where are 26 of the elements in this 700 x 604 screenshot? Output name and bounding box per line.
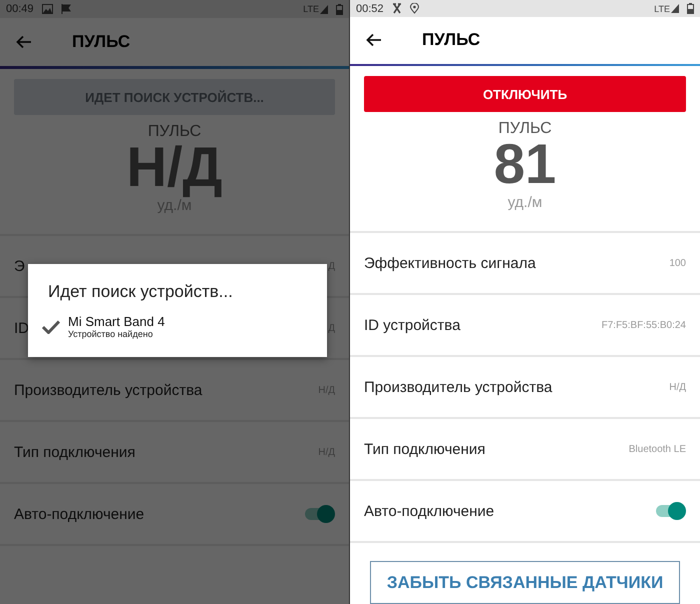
network-type: LTE — [654, 4, 670, 14]
disconnect-button[interactable]: ОТКЛЮЧИТЬ — [364, 76, 686, 112]
row-label: Тип подключения — [14, 444, 136, 460]
dialog-title: Идет поиск устройств... — [48, 282, 234, 302]
row-value: 100 — [669, 258, 686, 269]
row-label: Производитель устройства — [14, 382, 202, 398]
device-status: Устройство найдено — [68, 329, 154, 339]
row-label: Авто-подключение — [14, 506, 144, 522]
screen-title: ПУЛЬС — [422, 30, 480, 50]
row-value: Н/Д — [669, 382, 686, 393]
row-label: Э — [14, 258, 25, 274]
row-label: ID — [14, 320, 29, 336]
row-label: Тип подключения — [364, 440, 486, 458]
row-label: Эффективность сигнала — [364, 254, 536, 272]
status-time: 00:49 — [6, 3, 34, 15]
forget-sensors-button[interactable]: ЗАБЫТЬ СВЯЗАННЫЕ ДАТЧИКИ — [370, 561, 680, 604]
row-value: F7:F5:BF:55:B0:24 — [602, 320, 686, 331]
status-time: 00:52 — [356, 2, 384, 15]
unit-label: уд./м — [508, 194, 542, 212]
network-type: LTE — [303, 4, 319, 14]
row-label: ID устройства — [364, 316, 460, 334]
device-name[interactable]: Mi Smart Band 4 — [68, 314, 165, 329]
row-value: Bluetooth LE — [628, 444, 686, 455]
screen-title: ПУЛЬС — [72, 32, 130, 52]
row-label: Производитель устройства — [364, 378, 552, 396]
row-label: Авто-подключение — [364, 502, 494, 520]
